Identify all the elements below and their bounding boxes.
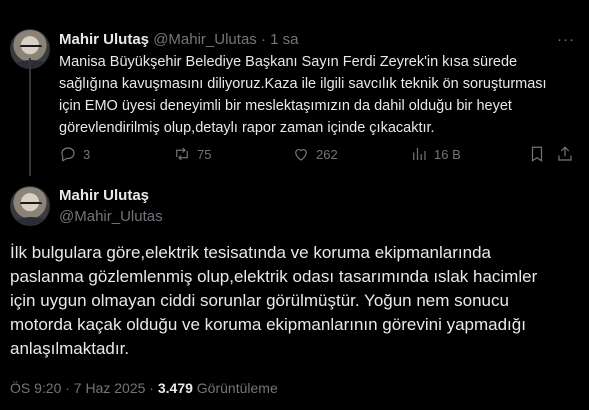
author-name[interactable]: Mahir Ulutaş (59, 31, 149, 48)
tweet-text: Manisa Büyükşehir Belediye Başkanı Sayın… (59, 54, 547, 136)
like-count: 262 (316, 146, 338, 162)
repost-icon (176, 147, 188, 161)
tweet-text: İlk bulgulara göre,elektrik tesisatında … (10, 243, 538, 358)
repost-button[interactable]: 75 (173, 143, 211, 165)
tweet-actions: 3 75 262 16 B (59, 143, 577, 165)
more-icon[interactable]: ··· (557, 31, 575, 49)
tweet-timestamp[interactable]: ÖS 9:20 · 7 Haz 2025 · (10, 380, 158, 396)
like-icon (295, 149, 307, 161)
views-icon (413, 148, 426, 160)
view-count: 3.479 (157, 380, 193, 396)
like-button[interactable]: 262 (292, 143, 338, 165)
reply-count: 3 (83, 146, 91, 162)
avatar[interactable] (10, 186, 50, 226)
separator-dot: · (260, 31, 266, 48)
views-count: 16 B (434, 146, 461, 162)
reply-button[interactable]: 3 (59, 143, 90, 165)
bookmark-icon (531, 146, 543, 162)
views-button[interactable]: 16 B (410, 143, 461, 165)
author-name[interactable]: Mahir Ulutaş (59, 187, 149, 205)
share-icon (558, 146, 572, 161)
thread-line (29, 58, 31, 176)
author-handle[interactable]: @Mahir_Ulutas (153, 31, 257, 48)
tweet-1[interactable]: Mahir Ulutaş @Mahir_Ulutas · 1 sa ··· Ma… (0, 0, 589, 178)
tweet-2[interactable]: Mahir Ulutaş @Mahir_Ulutas İlk bulgulara… (0, 178, 589, 410)
reply-icon (61, 147, 75, 162)
tweet-meta: ÖS 9:20 · 7 Haz 2025 · 3.479 Görüntüleme (10, 379, 278, 397)
bookmark-button[interactable] (528, 143, 546, 165)
repost-count: 75 (197, 146, 212, 162)
view-label: Görüntüleme (192, 380, 278, 396)
tweet-header: Mahir Ulutaş @Mahir_Ulutas · 1 sa (59, 31, 298, 49)
tweet-time[interactable]: 1 sa (270, 31, 298, 48)
author-handle[interactable]: @Mahir_Ulutas (59, 208, 163, 226)
share-button[interactable] (556, 143, 574, 165)
